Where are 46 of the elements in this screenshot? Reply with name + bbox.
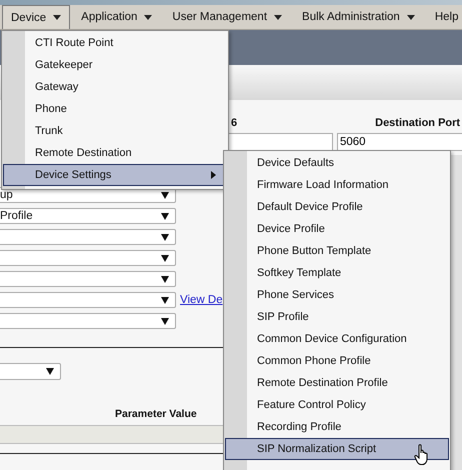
column-header: Parameter Value	[115, 408, 198, 420]
menu-item[interactable]: Common Phone Profile	[225, 350, 449, 372]
field-label: Destination Port	[375, 117, 460, 131]
menu-bar-item[interactable]: Help	[426, 5, 462, 29]
dropdown-arrow-icon	[161, 212, 169, 220]
menu-item[interactable]: Default Device Profile	[225, 196, 449, 218]
dropdown-arrow-icon	[161, 192, 169, 198]
menu-item[interactable]: Remote Destination Profile	[225, 372, 449, 394]
input-field[interactable]: 5060	[337, 133, 462, 151]
menu-item[interactable]: Device Profile	[225, 218, 449, 240]
menu-item[interactable]: Phone	[3, 98, 227, 120]
menu-item[interactable]: Firmware Load Information	[225, 174, 449, 196]
dropdown-arrow-icon	[161, 318, 169, 324]
menu-bar-item[interactable]: Bulk Administration	[293, 5, 424, 29]
menu-item[interactable]: Trunk	[3, 120, 227, 142]
dropdown-arrow-icon	[161, 276, 169, 282]
menu-bar-item[interactable]: User Management	[163, 5, 292, 29]
menu-item[interactable]: Gatekeeper	[3, 54, 227, 76]
menu-bar-item[interactable]: Application	[72, 5, 162, 29]
dropdown-arrow-icon	[161, 234, 169, 240]
view-link[interactable]: View De	[180, 294, 223, 306]
input-field[interactable]	[226, 133, 333, 151]
caret-icon	[406, 14, 415, 20]
menu-bar-item[interactable]: Device	[2, 5, 70, 29]
menu-item[interactable]: Recording Profile	[225, 416, 449, 438]
caret-icon	[53, 15, 62, 20]
dropdown-arrow-icon	[161, 296, 169, 304]
menu-item[interactable]: SIP Profile	[225, 306, 449, 328]
dropdown[interactable]: Profile	[0, 208, 176, 224]
menu-item[interactable]: SIP Normalization Script	[225, 438, 449, 460]
caret-icon	[274, 14, 282, 20]
dropdown-arrow-icon	[161, 254, 169, 262]
menu-item[interactable]: Common Device Configuration	[225, 328, 449, 350]
menu-item[interactable]: Device Defaults	[225, 152, 449, 174]
menu-item[interactable]: Feature Control Policy	[225, 394, 449, 416]
menu-item[interactable]: Phone Button Template	[225, 240, 449, 262]
dropdown[interactable]	[0, 363, 61, 380]
menu-item[interactable]: CTI Route Point	[3, 32, 227, 54]
caret-icon	[144, 14, 152, 20]
menu-item[interactable]: Gateway	[3, 76, 227, 98]
menu-item[interactable]: Phone Services	[225, 284, 449, 306]
hand-pointer-icon	[414, 444, 430, 466]
dropdown-arrow-icon	[46, 368, 54, 375]
field-label: 6	[231, 117, 238, 131]
menu-item[interactable]: Softkey Template	[225, 262, 449, 284]
menu-item[interactable]: Remote Destination	[3, 142, 227, 164]
